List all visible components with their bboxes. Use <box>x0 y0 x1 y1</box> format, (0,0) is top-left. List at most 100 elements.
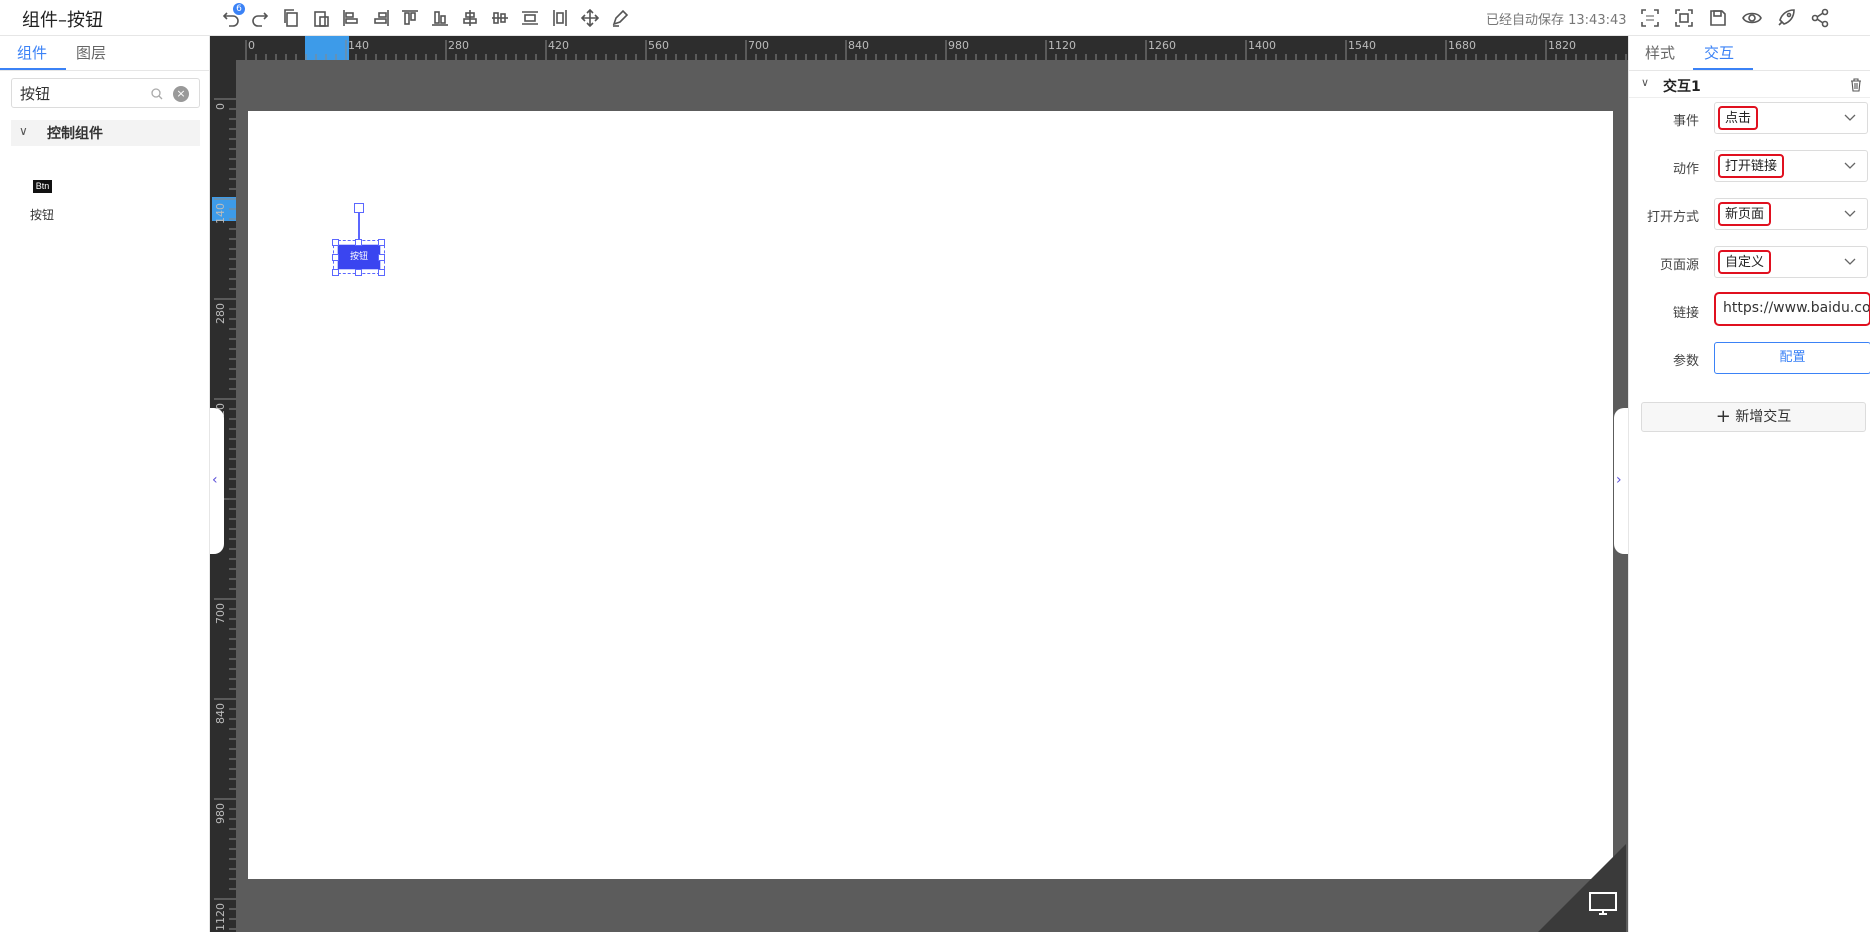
ruler-ticks <box>245 40 1627 60</box>
align-hcenter-icon[interactable] <box>458 6 482 30</box>
redo-icon[interactable] <box>248 6 272 30</box>
ruler-label-x: 1680 <box>1448 39 1476 52</box>
right-panel: 样式 交互 ∨ 交互1 事件 点击 动作 打开链接 打开方式 新页面 页面源 自 <box>1628 36 1870 932</box>
resize-handle-nw[interactable] <box>332 239 339 246</box>
collapse-right-button[interactable]: › <box>1614 408 1628 554</box>
component-label: 按钮 <box>30 208 55 222</box>
resize-handle-ne[interactable] <box>378 239 385 246</box>
resolution-icon[interactable] <box>1638 6 1662 30</box>
action-label: 动作 <box>1672 162 1699 177</box>
add-interaction-button[interactable]: + 新增交互 <box>1641 402 1866 432</box>
event-select[interactable]: 点击 <box>1714 102 1868 134</box>
tab-divider <box>0 70 210 71</box>
resize-handle-n[interactable] <box>355 239 362 246</box>
open-mode-label: 打开方式 <box>1646 210 1699 225</box>
search-icon[interactable] <box>150 87 164 101</box>
ruler-label-y: 980 <box>214 803 227 824</box>
button-thumbnail-icon: Btn <box>33 180 52 193</box>
save-icon[interactable] <box>1706 6 1730 30</box>
search-input[interactable] <box>20 83 150 103</box>
chevron-down-icon <box>1844 114 1856 121</box>
action-value: 打开链接 <box>1718 154 1785 178</box>
open-mode-value: 新页面 <box>1718 202 1772 226</box>
open-mode-select[interactable]: 新页面 <box>1714 198 1868 230</box>
category-header[interactable]: ∨ 控制组件 <box>11 120 200 146</box>
selected-button-component[interactable]: 按钮 <box>333 240 385 274</box>
chevron-down-icon: ∨ <box>19 124 28 138</box>
ruler-label-x: 700 <box>748 39 769 52</box>
active-tab-indicator <box>0 68 66 70</box>
params-label: 参数 <box>1672 354 1699 369</box>
add-interaction-label: 新增交互 <box>1735 409 1792 425</box>
tab-interaction[interactable]: 交互 <box>1704 42 1734 63</box>
chevron-down-icon: ∨ <box>1641 76 1650 89</box>
resize-handle-e[interactable] <box>378 254 385 261</box>
rotate-handle[interactable] <box>354 203 364 213</box>
ruler-horizontal[interactable]: 0 140 280 420 560 700 840 980 1120 1260 1400 1540 16… <box>210 36 1628 60</box>
link-field[interactable]: https://www.baidu.com <box>1714 292 1870 326</box>
ruler-label-x: 980 <box>948 39 969 52</box>
plus-icon: + <box>1715 406 1731 427</box>
distribute-h-icon[interactable] <box>518 6 542 30</box>
resize-handle-sw[interactable] <box>332 269 339 276</box>
ruler-label-x: 1540 <box>1348 39 1376 52</box>
fit-screen-icon[interactable] <box>1672 6 1696 30</box>
ruler-label-x: 140 <box>348 39 369 52</box>
collapse-left-button[interactable]: ‹ <box>210 408 224 554</box>
distribute-v-icon[interactable] <box>548 6 572 30</box>
category-label: 控制组件 <box>47 126 103 142</box>
ruler-label-y: 840 <box>214 703 227 724</box>
canvas-area: 0 140 280 420 560 700 840 980 1120 1260 1400 1540 16… <box>210 36 1628 932</box>
component-item-button[interactable]: Btn 按钮 <box>28 170 88 230</box>
ruler-label-x: 420 <box>548 39 569 52</box>
trash-icon[interactable] <box>1849 78 1863 92</box>
ruler-label-y: 0 <box>214 103 227 110</box>
chevron-right-icon: › <box>1616 472 1622 488</box>
ruler-label-y: 700 <box>214 603 227 624</box>
page-title: 组件–按钮 <box>22 10 103 31</box>
link-label: 链接 <box>1672 306 1699 321</box>
event-value: 点击 <box>1718 106 1759 130</box>
config-button[interactable]: 配置 <box>1714 342 1870 374</box>
ruler-label-x: 280 <box>448 39 469 52</box>
ruler-label-x: 1120 <box>1048 39 1076 52</box>
resize-handle-s[interactable] <box>355 269 362 276</box>
align-top-icon[interactable] <box>398 6 422 30</box>
chevron-down-icon <box>1844 210 1856 217</box>
undo-count-badge: 6 <box>233 3 245 15</box>
edit-icon[interactable] <box>608 6 632 30</box>
ruler-label-x: 1400 <box>1248 39 1276 52</box>
ruler-label-x: 840 <box>848 39 869 52</box>
tab-layers[interactable]: 图层 <box>76 42 106 63</box>
publish-icon[interactable] <box>1774 6 1798 30</box>
align-vcenter-icon[interactable] <box>488 6 512 30</box>
move-icon[interactable] <box>578 6 602 30</box>
align-right-icon[interactable] <box>369 6 393 30</box>
paste-icon[interactable] <box>309 6 333 30</box>
tab-components[interactable]: 组件 <box>17 42 47 63</box>
link-input[interactable]: https://www.baidu.com <box>1723 300 1869 316</box>
resize-handle-se[interactable] <box>378 269 385 276</box>
action-select[interactable]: 打开链接 <box>1714 150 1868 182</box>
page-source-value: 自定义 <box>1718 250 1772 274</box>
interaction-header[interactable]: ∨ 交互1 <box>1629 70 1870 98</box>
resize-handle-w[interactable] <box>332 254 339 261</box>
page-source-select[interactable]: 自定义 <box>1714 246 1868 278</box>
ruler-label-x: 1820 <box>1548 39 1576 52</box>
copy-icon[interactable] <box>279 6 303 30</box>
ruler-label-y: 280 <box>214 303 227 324</box>
monitor-icon[interactable] <box>1588 891 1618 917</box>
align-left-icon[interactable] <box>339 6 363 30</box>
design-page[interactable]: 按钮 <box>248 111 1613 879</box>
page-source-label: 页面源 <box>1659 258 1699 273</box>
ruler-label-y: 140 <box>214 203 227 224</box>
ruler-label-y: 1120 <box>214 903 227 931</box>
share-icon[interactable] <box>1808 6 1832 30</box>
chevron-down-icon <box>1844 162 1856 169</box>
ruler-corner <box>210 36 236 60</box>
tab-style[interactable]: 样式 <box>1645 42 1675 63</box>
preview-icon[interactable] <box>1740 6 1764 30</box>
align-bottom-icon[interactable] <box>428 6 452 30</box>
clear-icon[interactable]: × <box>173 86 189 102</box>
top-toolbar: 组件–按钮 6 已经自动保存 13:43:43 <box>0 0 1870 36</box>
